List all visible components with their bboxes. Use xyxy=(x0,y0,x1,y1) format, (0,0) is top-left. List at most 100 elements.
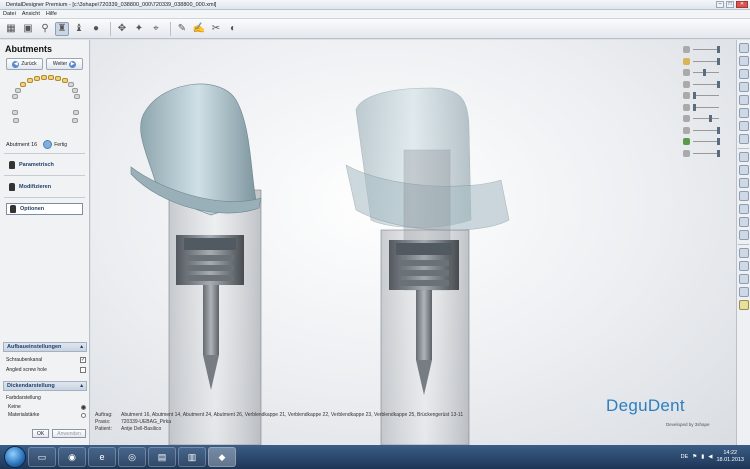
tooth-icon[interactable] xyxy=(12,110,18,115)
slider-knob[interactable] xyxy=(717,126,720,134)
language-indicator[interactable]: DE xyxy=(681,454,689,460)
slider-track[interactable] xyxy=(693,83,719,85)
network-icon[interactable]: ▮ xyxy=(701,454,704,460)
material-thickness-radio[interactable] xyxy=(81,412,86,418)
step-options[interactable]: Optionen xyxy=(6,203,83,215)
collapse-icon[interactable]: ▴ xyxy=(80,383,83,389)
sculpt-icon[interactable]: ✥ xyxy=(115,22,129,36)
left-abutment[interactable] xyxy=(130,83,262,445)
slider-knob[interactable] xyxy=(709,115,712,122)
angled-screw-hole-checkbox[interactable] xyxy=(80,367,86,373)
explorer-icon[interactable]: ▭ xyxy=(28,447,56,467)
option-screw-channel[interactable]: Schraubenkanal ✓ xyxy=(6,357,86,363)
view-back-icon[interactable] xyxy=(739,56,749,66)
slider-row[interactable] xyxy=(683,44,723,55)
cross-section-icon[interactable] xyxy=(739,152,749,162)
lower-jaw-icon[interactable] xyxy=(739,248,749,258)
morph-icon[interactable]: ✦ xyxy=(132,22,146,36)
slider-track[interactable] xyxy=(693,152,719,154)
slider-row[interactable] xyxy=(683,136,723,147)
pin-icon[interactable] xyxy=(739,261,749,271)
crown-icon[interactable]: ● xyxy=(89,22,103,36)
model-icon[interactable]: ▣ xyxy=(21,22,35,36)
tooth-icon[interactable] xyxy=(48,75,54,80)
transform-icon[interactable]: ⌖ xyxy=(149,22,163,36)
view-top-icon[interactable] xyxy=(739,95,749,105)
tooth-icon[interactable] xyxy=(62,78,68,83)
collapse-icon[interactable] xyxy=(739,274,749,284)
clip-icon[interactable] xyxy=(739,191,749,201)
slider-row[interactable] xyxy=(683,67,723,78)
right-abutment[interactable] xyxy=(345,87,510,445)
menu-hilfe[interactable]: Hilfe xyxy=(43,11,60,17)
step-modify[interactable]: Modifizieren xyxy=(6,181,83,193)
tooth-icon[interactable] xyxy=(27,78,33,83)
close-button[interactable]: ✕ xyxy=(736,1,748,8)
tooth-icon[interactable] xyxy=(12,94,18,99)
clock[interactable]: 14:22 18.01.2013 xyxy=(716,450,744,464)
slider-track[interactable] xyxy=(693,95,719,96)
slider-track[interactable] xyxy=(693,72,719,73)
app-icon[interactable]: ▤ xyxy=(148,447,176,467)
slider-track[interactable] xyxy=(693,49,719,50)
smooth-icon[interactable]: ◐ xyxy=(226,22,240,36)
slider-knob[interactable] xyxy=(717,57,720,65)
slider-row[interactable] xyxy=(683,125,723,136)
view-right-icon[interactable] xyxy=(739,82,749,92)
tooth-icon[interactable] xyxy=(72,118,78,123)
menu-ansicht[interactable]: Ansicht xyxy=(19,11,43,17)
warning-icon[interactable] xyxy=(739,204,749,214)
slider-track[interactable] xyxy=(693,106,719,108)
slider-knob[interactable] xyxy=(703,69,706,76)
option-material-thickness[interactable]: Materialstärke xyxy=(6,412,86,418)
slider-track[interactable] xyxy=(693,129,719,131)
wax-knife-icon[interactable]: ✍ xyxy=(192,22,206,36)
screenshot-icon[interactable] xyxy=(739,230,749,240)
step-parametric[interactable]: Parametrisch xyxy=(6,159,83,171)
tooth-icon[interactable] xyxy=(55,76,61,81)
tooth-icon[interactable] xyxy=(34,76,40,81)
axis-icon[interactable] xyxy=(739,178,749,188)
tooth-icon[interactable] xyxy=(13,118,19,123)
tooth-icon[interactable] xyxy=(15,88,21,93)
apply-button[interactable]: Anwenden xyxy=(52,429,86,438)
brush-icon[interactable]: ✎ xyxy=(175,22,189,36)
media-player-icon[interactable]: ◉ xyxy=(58,447,86,467)
view-front-icon[interactable] xyxy=(739,43,749,53)
slider-row[interactable] xyxy=(683,79,723,90)
slider-knob[interactable] xyxy=(717,46,720,53)
3d-viewport[interactable]: Auftrag: Abutment 16, Abutment 14, Abutme… xyxy=(91,40,736,445)
view-left-icon[interactable] xyxy=(739,69,749,79)
implant-icon[interactable]: ⚲ xyxy=(38,22,52,36)
slider-knob[interactable] xyxy=(717,138,720,145)
view-bottom-icon[interactable] xyxy=(739,108,749,118)
slider-knob[interactable] xyxy=(693,92,696,99)
tooth-icon[interactable] xyxy=(20,82,26,87)
tooth-icon[interactable] xyxy=(41,75,47,80)
section-header-thickness[interactable]: Dickendarstellung ▴ xyxy=(3,381,87,391)
start-button[interactable] xyxy=(4,446,26,468)
tooth-icon[interactable] xyxy=(74,94,80,99)
scan-model-icon[interactable]: ▦ xyxy=(4,22,18,36)
flag-icon[interactable]: ⚑ xyxy=(692,454,697,460)
tooth-icon[interactable] xyxy=(739,287,749,297)
app-icon[interactable]: ▥ xyxy=(178,447,206,467)
chevron-down-icon[interactable] xyxy=(739,300,749,310)
next-button[interactable]: Weiter ▶ xyxy=(46,58,83,70)
maximize-button[interactable]: □ xyxy=(726,1,734,8)
done-button[interactable]: Fertig xyxy=(43,140,67,149)
screw-channel-checkbox[interactable]: ✓ xyxy=(80,357,86,363)
slider-knob[interactable] xyxy=(693,103,696,111)
section-header-setup[interactable]: Aufbaueinstellungen ▴ xyxy=(3,342,87,352)
slider-row[interactable] xyxy=(683,56,723,67)
cutter-icon[interactable]: ✂ xyxy=(209,22,223,36)
abutment-icon[interactable]: ♜ xyxy=(55,21,69,36)
slider-knob[interactable] xyxy=(717,149,720,157)
tooth-icon[interactable] xyxy=(68,82,74,87)
slider-row[interactable] xyxy=(683,113,723,124)
menu-datei[interactable]: Datei xyxy=(0,11,19,17)
mesh-icon[interactable] xyxy=(739,217,749,227)
back-button[interactable]: ◀ Zurück xyxy=(6,58,43,70)
option-angled-screw-hole[interactable]: Angled screw hole xyxy=(6,367,86,373)
tooth-chart[interactable] xyxy=(5,74,85,134)
